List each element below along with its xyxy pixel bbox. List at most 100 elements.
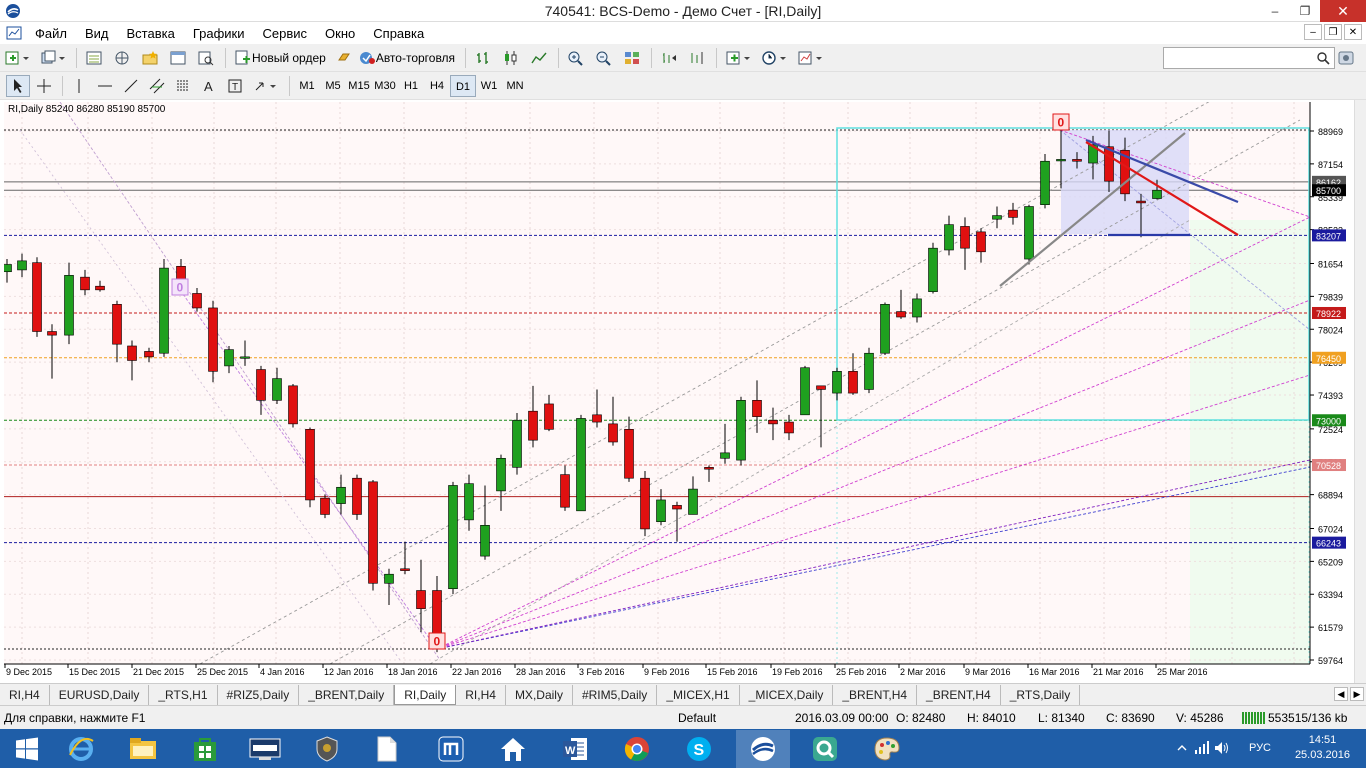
zoom-in-button[interactable]: [563, 47, 589, 69]
restore-button[interactable]: ❐: [1290, 0, 1320, 22]
timeframe-mn[interactable]: MN: [502, 75, 528, 97]
timeframe-m30[interactable]: M30: [372, 75, 398, 97]
menu-window[interactable]: Окно: [316, 26, 364, 41]
taskbar-maxthon[interactable]: [424, 730, 478, 768]
taskbar-ie[interactable]: [54, 730, 108, 768]
timeframe-h1[interactable]: H1: [398, 75, 424, 97]
chart-tab[interactable]: _RTS,H1: [149, 684, 218, 705]
bar-chart-button[interactable]: [470, 47, 496, 69]
taskbar-metatrader[interactable]: [736, 730, 790, 768]
channel-tool[interactable]: [145, 75, 169, 97]
chart-tab[interactable]: _BRENT,H4: [917, 684, 1001, 705]
taskbar-security[interactable]: [300, 730, 354, 768]
taskbar-store[interactable]: [178, 730, 232, 768]
chart-tab[interactable]: _MICEX,H1: [657, 684, 740, 705]
price-tick-label: 74393: [1318, 391, 1343, 401]
close-button[interactable]: ✕: [1320, 0, 1366, 22]
taskbar-paint[interactable]: [860, 730, 914, 768]
new-order-button[interactable]: Новый ордер: [230, 47, 330, 69]
chart-tab[interactable]: _BRENT,Daily: [299, 684, 395, 705]
input-language[interactable]: РУС: [1249, 742, 1271, 754]
menu-charts[interactable]: Графики: [184, 26, 254, 41]
chart-tab[interactable]: MX,Daily: [506, 684, 573, 705]
taskbar-lenovo[interactable]: [238, 730, 292, 768]
chart-tab[interactable]: EURUSD,Daily: [50, 684, 150, 705]
cursor-tool[interactable]: [6, 74, 30, 97]
mdi-restore-button[interactable]: ❐: [1324, 24, 1342, 40]
fibonacci-tool[interactable]: [171, 75, 195, 97]
mql5-search-button[interactable]: [1338, 50, 1354, 69]
terminal-button[interactable]: [165, 47, 191, 69]
date-label: 16 Mar 2016: [1029, 667, 1080, 677]
timeframe-m5[interactable]: M5: [320, 75, 346, 97]
taskbar-chrome[interactable]: [610, 730, 664, 768]
tab-scroll-right[interactable]: ▶: [1350, 687, 1364, 701]
menu-insert[interactable]: Вставка: [118, 26, 184, 41]
autoscroll-button[interactable]: [684, 47, 710, 69]
timeframe-w1[interactable]: W1: [476, 75, 502, 97]
line-chart-button[interactable]: [526, 47, 552, 69]
tab-scroll-left[interactable]: ◀: [1334, 687, 1348, 701]
volume-icon[interactable]: [1214, 741, 1230, 755]
chart-tab[interactable]: _BRENT,H4: [833, 684, 918, 705]
periods-button[interactable]: [757, 47, 791, 69]
minimize-button[interactable]: –: [1260, 0, 1290, 22]
text-label-tool[interactable]: T: [223, 75, 247, 97]
crosshair-tool[interactable]: [32, 75, 56, 97]
indicators-button[interactable]: [721, 47, 755, 69]
chart-shift-button[interactable]: [656, 47, 682, 69]
chart-tab[interactable]: RI,H4: [0, 684, 50, 705]
chart-tab[interactable]: #RIM5,Daily: [573, 684, 658, 705]
start-button[interactable]: [0, 730, 54, 768]
clock[interactable]: 14:51 25.03.2016: [1295, 733, 1350, 763]
menu-tools[interactable]: Сервис: [254, 26, 317, 41]
menu-help[interactable]: Справка: [364, 26, 433, 41]
taskbar-blank-doc[interactable]: [360, 730, 414, 768]
taskbar-explorer[interactable]: [116, 730, 170, 768]
connection-bars-icon: [1242, 712, 1265, 724]
zoom-out-button[interactable]: [591, 47, 617, 69]
date-label: 25 Dec 2015: [197, 667, 248, 677]
candlestick-button[interactable]: [498, 47, 524, 69]
market-watch-button[interactable]: [81, 47, 107, 69]
chart-tab[interactable]: _MICEX,Daily: [740, 684, 834, 705]
chart-tab[interactable]: #RIZ5,Daily: [218, 684, 300, 705]
menu-view[interactable]: Вид: [76, 26, 118, 41]
templates-button[interactable]: [793, 47, 827, 69]
network-icon[interactable]: [1194, 741, 1210, 755]
taskbar-home[interactable]: [486, 730, 540, 768]
timeframe-d1[interactable]: D1: [450, 74, 476, 97]
timeframe-h4[interactable]: H4: [424, 75, 450, 97]
mdi-minimize-button[interactable]: –: [1304, 24, 1322, 40]
chart-tab[interactable]: _RTS,Daily: [1001, 684, 1081, 705]
favorites-button[interactable]: [137, 47, 163, 69]
vertical-scrollbar[interactable]: [1354, 100, 1366, 683]
taskbar-skype[interactable]: S: [672, 730, 726, 768]
chart-canvas[interactable]: 000 889698715485339835238165479839780247…: [0, 100, 1354, 683]
taskbar-qip[interactable]: [798, 730, 852, 768]
tray-expand-icon[interactable]: [1176, 742, 1188, 754]
chart-tab[interactable]: RI,Daily: [394, 684, 457, 705]
tester-button[interactable]: [193, 47, 219, 69]
text-tool[interactable]: A: [197, 75, 221, 97]
timeframe-m15[interactable]: M15: [346, 75, 372, 97]
svg-text:T: T: [232, 82, 238, 93]
trendline-tool[interactable]: [119, 75, 143, 97]
new-chart-button[interactable]: [0, 47, 34, 69]
mdi-close-button[interactable]: ✕: [1344, 24, 1362, 40]
navigator-button[interactable]: [109, 47, 135, 69]
taskbar-word[interactable]: W: [548, 730, 602, 768]
vertical-line-tool[interactable]: [67, 75, 91, 97]
profiles-button[interactable]: [36, 47, 70, 69]
chart-tab[interactable]: RI,H4: [456, 684, 506, 705]
bear-candle-body: [976, 231, 986, 253]
price-chart[interactable]: 000 889698715485339835238165479839780247…: [0, 100, 1354, 683]
search-input[interactable]: [1163, 47, 1335, 69]
tile-windows-button[interactable]: [619, 47, 645, 69]
timeframe-m1[interactable]: M1: [294, 75, 320, 97]
bar-chart-icon: [477, 51, 489, 64]
auto-trading-button[interactable]: Авто-торговля: [332, 47, 459, 69]
menu-file[interactable]: Файл: [26, 26, 76, 41]
horizontal-line-tool[interactable]: [93, 75, 117, 97]
arrows-tool[interactable]: [249, 75, 283, 97]
